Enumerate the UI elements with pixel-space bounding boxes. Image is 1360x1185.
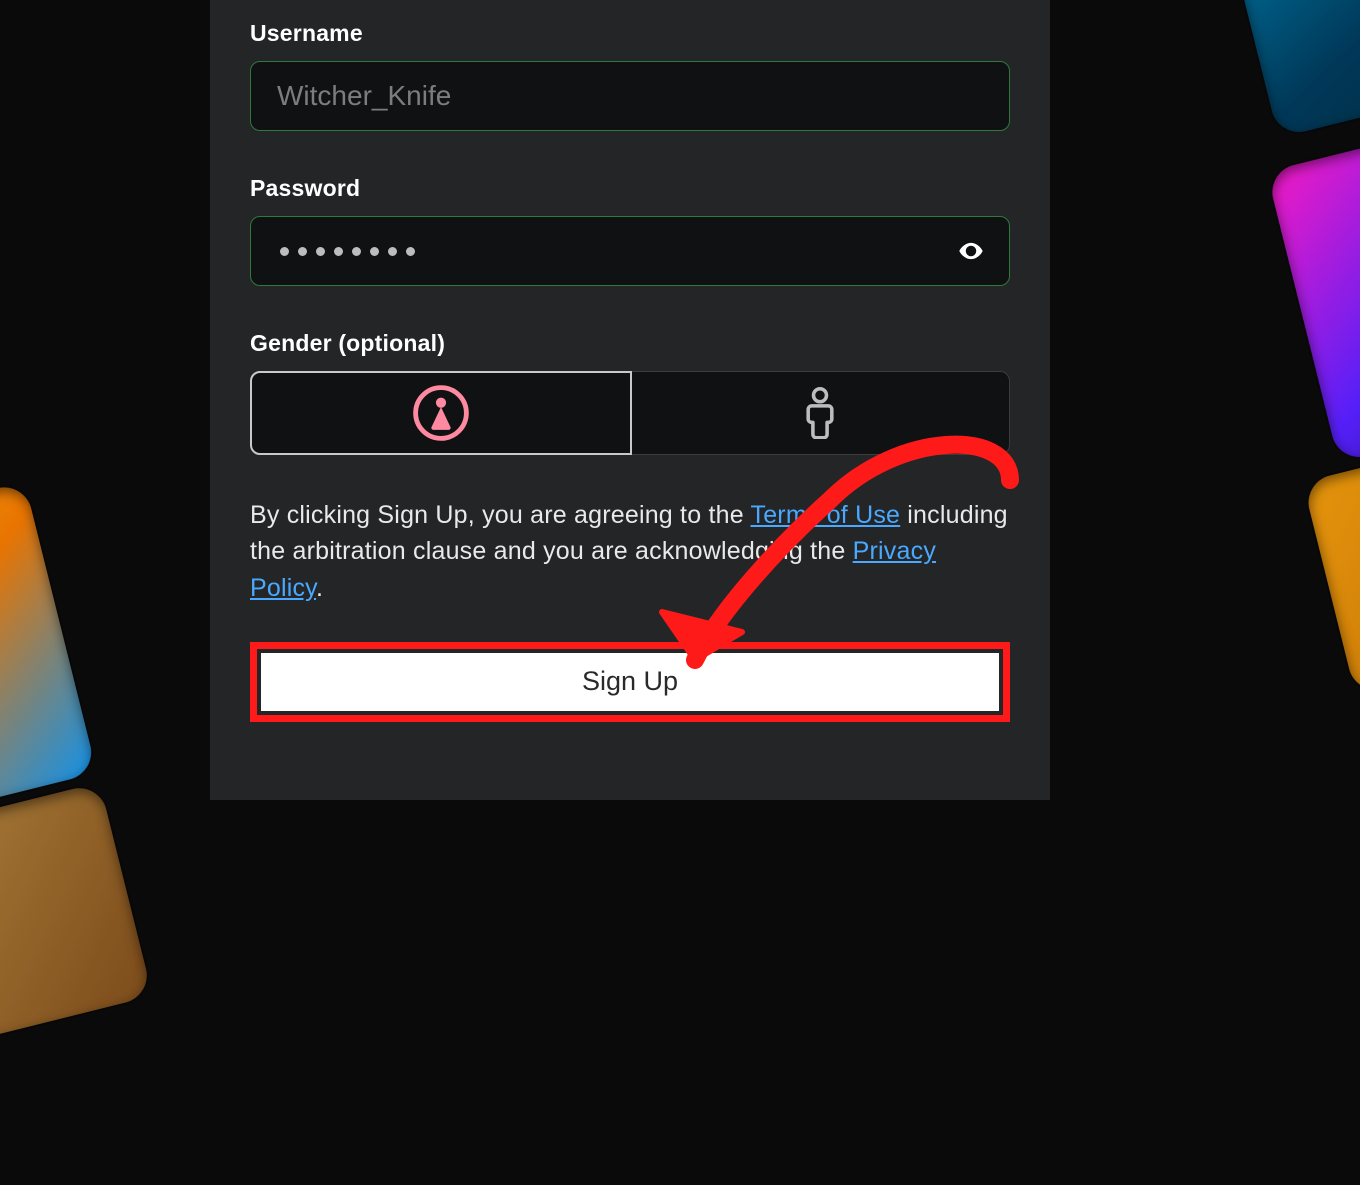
bg-tile (1266, 99, 1360, 463)
signup-button[interactable]: Sign Up (261, 653, 999, 711)
male-icon (800, 387, 840, 439)
username-input-wrap (250, 61, 1010, 131)
toggle-password-visibility-icon[interactable] (954, 234, 988, 268)
password-input-wrap (250, 216, 1010, 286)
signup-panel: Username Password Gender (optional) (210, 0, 1050, 800)
bg-tile (1303, 419, 1360, 695)
gender-selector (250, 371, 1010, 455)
signup-highlight-box: Sign Up (250, 642, 1010, 722)
agreement-text: By clicking Sign Up, you are agreeing to… (250, 497, 1010, 606)
password-label: Password (250, 175, 1010, 202)
gender-option-male[interactable] (632, 371, 1011, 455)
bg-tile (1206, 0, 1360, 138)
agreement-part3: . (316, 574, 323, 602)
username-input[interactable] (250, 61, 1010, 131)
terms-of-use-link[interactable]: Terms of Use (751, 501, 901, 529)
gender-label: Gender (optional) (250, 330, 1010, 357)
password-input[interactable] (250, 216, 1010, 286)
gender-option-female[interactable] (250, 371, 632, 455)
female-icon (412, 384, 470, 442)
agreement-part1: By clicking Sign Up, you are agreeing to… (250, 501, 751, 529)
username-label: Username (250, 20, 1010, 47)
bg-tile (0, 782, 153, 1063)
